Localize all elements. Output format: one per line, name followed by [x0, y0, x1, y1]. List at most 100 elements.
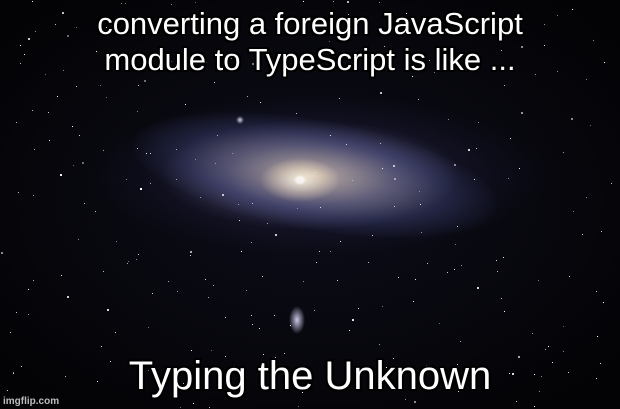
star	[336, 279, 338, 281]
top-caption-line-2: module to TypeScript is like ...	[104, 42, 516, 77]
star	[496, 259, 498, 261]
star	[208, 407, 210, 409]
star	[140, 188, 143, 191]
star	[393, 165, 396, 168]
star	[414, 278, 416, 280]
star	[610, 183, 612, 185]
star	[330, 134, 332, 136]
star	[520, 112, 523, 115]
star	[563, 325, 565, 327]
star	[413, 301, 414, 303]
star	[175, 178, 177, 180]
star	[240, 250, 242, 252]
star	[478, 121, 480, 123]
star	[454, 244, 456, 246]
star	[185, 103, 187, 105]
star	[102, 271, 104, 272]
star	[418, 190, 420, 192]
star	[414, 401, 417, 404]
star	[9, 332, 11, 334]
star	[217, 135, 219, 137]
star	[204, 279, 206, 281]
star	[348, 330, 350, 332]
star	[72, 165, 74, 167]
star	[66, 296, 69, 299]
star	[367, 262, 369, 264]
star	[237, 204, 239, 206]
star	[372, 234, 374, 236]
star	[273, 315, 275, 317]
star	[346, 143, 348, 145]
star	[152, 292, 154, 294]
star	[101, 345, 103, 347]
star	[456, 226, 458, 228]
star	[467, 148, 470, 151]
star	[473, 178, 475, 180]
star	[581, 233, 583, 235]
star	[393, 178, 396, 181]
star	[125, 178, 127, 180]
star	[127, 262, 129, 264]
star	[398, 277, 400, 279]
star	[124, 2, 126, 4]
star	[180, 406, 182, 408]
star	[295, 113, 297, 115]
star	[518, 167, 520, 169]
star	[138, 85, 140, 87]
star	[447, 272, 449, 274]
star	[544, 348, 546, 350]
star	[137, 111, 139, 113]
star	[143, 79, 146, 82]
star	[78, 238, 80, 240]
star	[251, 314, 253, 316]
star	[501, 297, 503, 299]
star	[315, 261, 317, 263]
star	[378, 343, 380, 345]
watermark: imgflip.com	[3, 396, 60, 407]
star	[453, 268, 455, 270]
star	[603, 302, 605, 304]
star	[420, 203, 422, 205]
star	[210, 349, 212, 351]
star	[224, 316, 226, 318]
star	[260, 101, 262, 103]
star	[27, 314, 29, 316]
star	[504, 84, 506, 86]
star	[71, 125, 73, 127]
star	[393, 206, 395, 208]
star	[289, 325, 291, 327]
star	[461, 265, 463, 267]
star	[303, 281, 305, 283]
star	[252, 203, 254, 205]
star	[83, 203, 85, 205]
star	[150, 182, 152, 184]
star	[262, 275, 263, 277]
star	[195, 159, 197, 161]
star	[167, 280, 169, 282]
star	[213, 285, 215, 287]
star	[145, 152, 147, 154]
star	[75, 85, 77, 87]
star	[100, 85, 102, 87]
star	[115, 332, 116, 334]
star	[380, 143, 382, 145]
star	[381, 168, 383, 170]
star	[239, 220, 241, 222]
star	[121, 2, 123, 4]
star	[496, 270, 498, 272]
star	[193, 403, 195, 405]
star	[477, 286, 480, 289]
bottom-caption: Typing the Unknown	[128, 354, 492, 398]
star	[194, 1, 196, 3]
star	[426, 263, 428, 265]
star	[106, 97, 108, 99]
star	[59, 174, 62, 177]
star	[246, 96, 248, 97]
star	[32, 194, 34, 196]
star	[568, 276, 570, 278]
star	[116, 240, 118, 242]
star	[600, 231, 602, 233]
star	[315, 172, 317, 174]
star	[314, 309, 316, 311]
star	[589, 125, 591, 127]
